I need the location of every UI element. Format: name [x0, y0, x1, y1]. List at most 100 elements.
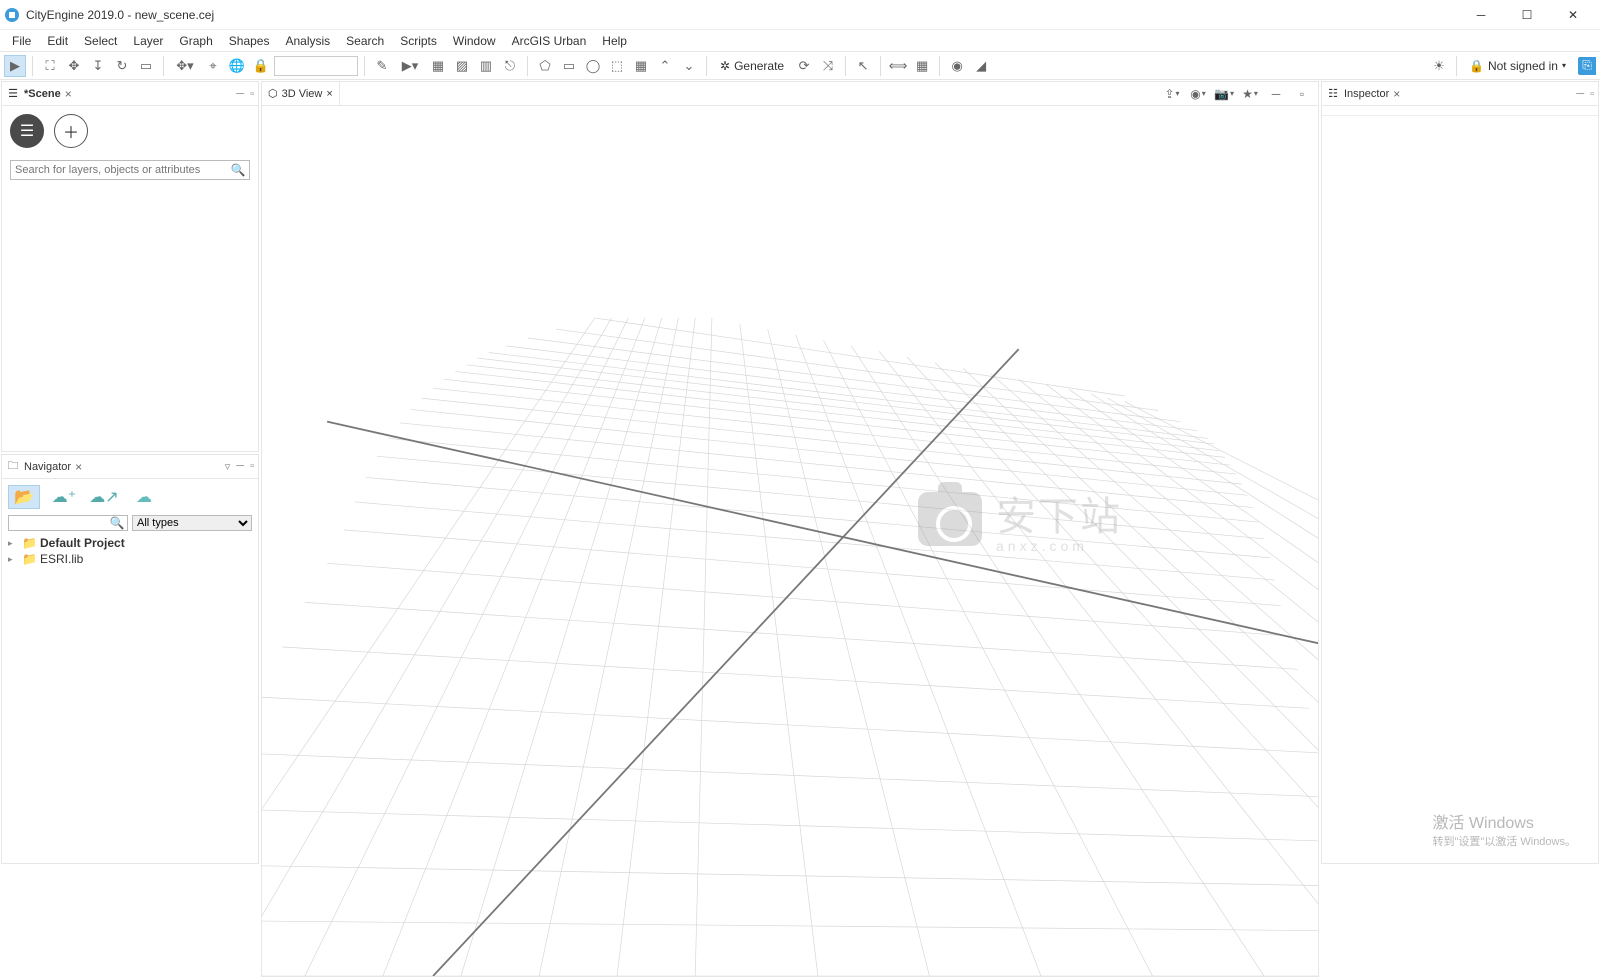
viewshed-tool[interactable]: ◢	[970, 55, 992, 77]
move-tool[interactable]: ✥	[63, 55, 85, 77]
menu-layer[interactable]: Layer	[125, 32, 171, 50]
shape-poly-tool[interactable]: ⬠	[534, 55, 556, 77]
shape-union-tool[interactable]: ⬚	[606, 55, 628, 77]
window-minimize-button[interactable]: ─	[1458, 0, 1504, 30]
inspector-panel: ☷ Inspector × ─ ▫	[1321, 81, 1599, 864]
view-bookmark-dropdown[interactable]: ★▾	[1238, 84, 1262, 104]
scene-tab-label[interactable]: *Scene	[24, 88, 61, 100]
measure-dist-tool[interactable]: ⟺	[887, 55, 909, 77]
globe-tool[interactable]: 🌐	[226, 55, 248, 77]
scene-add-button[interactable]: ＋	[54, 114, 88, 148]
navigator-view-menu[interactable]: ▿	[225, 460, 231, 473]
inspector-panel-maximize[interactable]: ▫	[1590, 88, 1594, 100]
freehand-tool[interactable]: ▶▾	[395, 55, 425, 77]
scene-panel-minimize[interactable]: ─	[236, 88, 244, 100]
menu-shapes[interactable]: Shapes	[221, 32, 278, 50]
window-close-button[interactable]: ✕	[1550, 0, 1596, 30]
view-panel-minimize[interactable]: ─	[1264, 84, 1288, 104]
inspector-tab-close[interactable]: ×	[1393, 87, 1405, 101]
window-maximize-button[interactable]: ☐	[1504, 0, 1550, 30]
inspect-tool[interactable]: ↖	[852, 55, 874, 77]
nav-portal-button[interactable]: ☁⁺	[48, 485, 80, 509]
view-wireframe-dropdown[interactable]: ◉▾	[1186, 84, 1210, 104]
workspace: ☰ *Scene × ─ ▫ ☰ ＋ 🔍 🗀 Navigator ×	[0, 80, 1600, 865]
inspector-panel-minimize[interactable]: ─	[1576, 88, 1584, 100]
tree-row-default-project[interactable]: ▸ 📁 Default Project	[8, 535, 252, 551]
scene-layers-button[interactable]: ☰	[10, 114, 44, 148]
lock-tool[interactable]: 🔒	[250, 55, 272, 77]
app-icon	[4, 7, 20, 23]
view-share-dropdown[interactable]: ⇪▾	[1160, 84, 1184, 104]
menu-bar: File Edit Select Layer Graph Shapes Anal…	[0, 30, 1600, 52]
menu-analysis[interactable]: Analysis	[277, 32, 338, 50]
rotate-tool[interactable]: ↻	[111, 55, 133, 77]
menu-window[interactable]: Window	[445, 32, 504, 50]
navigator-search-icon[interactable]: 🔍	[107, 516, 127, 530]
menu-search[interactable]: Search	[338, 32, 392, 50]
search-icon[interactable]: 🔍	[227, 161, 249, 179]
menu-edit[interactable]: Edit	[39, 32, 76, 50]
street-tool-3[interactable]: ▥	[475, 55, 497, 77]
menu-help[interactable]: Help	[594, 32, 635, 50]
scene-panel-maximize[interactable]: ▫	[250, 88, 254, 100]
menu-file[interactable]: File	[4, 32, 39, 50]
select-tool[interactable]: ▶	[4, 55, 26, 77]
navigator-panel-minimize[interactable]: ─	[236, 460, 244, 473]
cleanup-tool[interactable]: ⎋	[499, 55, 521, 77]
shape-circle-tool[interactable]: ◯	[582, 55, 604, 77]
transform-tool[interactable]: ▭	[135, 55, 157, 77]
shape-texture-tool[interactable]: ▦	[630, 55, 652, 77]
3d-view-tab-label[interactable]: 3D View	[282, 88, 323, 100]
tree-row-esri-lib[interactable]: ▸ 📁 ESRI.lib	[8, 551, 252, 567]
expand-icon[interactable]: ▸	[8, 554, 18, 565]
navigator-type-filter[interactable]: All types	[132, 515, 252, 531]
edit-street-tool[interactable]: ✎	[371, 55, 393, 77]
navigator-filter-input[interactable]	[9, 516, 107, 530]
update-seed-button[interactable]: ⟳	[793, 55, 815, 77]
scale-tool[interactable]: ↧	[87, 55, 109, 77]
navigator-tab-close[interactable]: ×	[75, 460, 87, 474]
signin-button[interactable]: 🔒 Not signed in ▾	[1463, 57, 1572, 75]
main-toolbar: ▶ ⛶ ✥ ↧ ↻ ▭ ✥▾ ⌖ 🌐 🔒 ✎ ▶▾ ▦ ▨ ▥ ⎋ ⬠ ▭ ◯ …	[0, 52, 1600, 80]
lock-icon: 🔒	[1469, 59, 1484, 73]
menu-arcgis-urban[interactable]: ArcGIS Urban	[504, 32, 595, 50]
view-camera-dropdown[interactable]: 📷▾	[1212, 84, 1236, 104]
3d-viewport[interactable]: 安下站 anxz.com	[262, 106, 1318, 976]
street-tool-2[interactable]: ▨	[451, 55, 473, 77]
3d-view-icon: ⬡	[268, 87, 278, 100]
menu-graph[interactable]: Graph	[171, 32, 220, 50]
navigator-panel-maximize[interactable]: ▫	[250, 460, 254, 473]
visibility-tool[interactable]: ◉	[946, 55, 968, 77]
navigator-tree: ▸ 📁 Default Project ▸ 📁 ESRI.lib	[2, 531, 258, 571]
3d-view-tab-close[interactable]: ×	[326, 88, 332, 100]
scene-search-input[interactable]	[11, 161, 227, 179]
shape-separate-tool[interactable]: ⌄	[678, 55, 700, 77]
nav-cloud-button[interactable]: ☁	[128, 485, 160, 509]
generate-button[interactable]: ✲ Generate	[713, 56, 791, 76]
shape-rect-tool[interactable]: ▭	[558, 55, 580, 77]
scene-tab-close[interactable]: ×	[65, 87, 77, 101]
folder-icon: 📁	[22, 552, 36, 566]
nav-share-button[interactable]: ☁↗	[88, 485, 120, 509]
pan-tool[interactable]: ✥▾	[170, 55, 200, 77]
window-title: CityEngine 2019.0 - new_scene.cej	[26, 8, 214, 22]
corner-link-icon[interactable]: ⎘	[1578, 57, 1596, 75]
folder-icon: 📁	[22, 536, 36, 550]
address-input[interactable]	[274, 56, 358, 76]
random-seed-button[interactable]: ⤨	[817, 55, 839, 77]
locate-tool[interactable]: ⌖	[202, 55, 224, 77]
nav-local-button[interactable]: 📂	[8, 485, 40, 509]
expand-icon[interactable]: ▸	[8, 538, 18, 549]
inspector-tab-label[interactable]: Inspector	[1344, 88, 1389, 100]
frame-tool[interactable]: ⛶	[39, 55, 61, 77]
measure-area-tool[interactable]: ▦	[911, 55, 933, 77]
navigator-tab-label[interactable]: Navigator	[24, 461, 71, 473]
view-panel-maximize[interactable]: ▫	[1290, 84, 1314, 104]
street-tool-1[interactable]: ▦	[427, 55, 449, 77]
shape-subtract-tool[interactable]: ⌃	[654, 55, 676, 77]
inspector-icon: ☷	[1326, 87, 1340, 101]
menu-select[interactable]: Select	[76, 32, 125, 50]
sun-tool[interactable]: ☀	[1428, 55, 1450, 77]
scene-layers-icon: ☰	[6, 87, 20, 101]
menu-scripts[interactable]: Scripts	[392, 32, 445, 50]
